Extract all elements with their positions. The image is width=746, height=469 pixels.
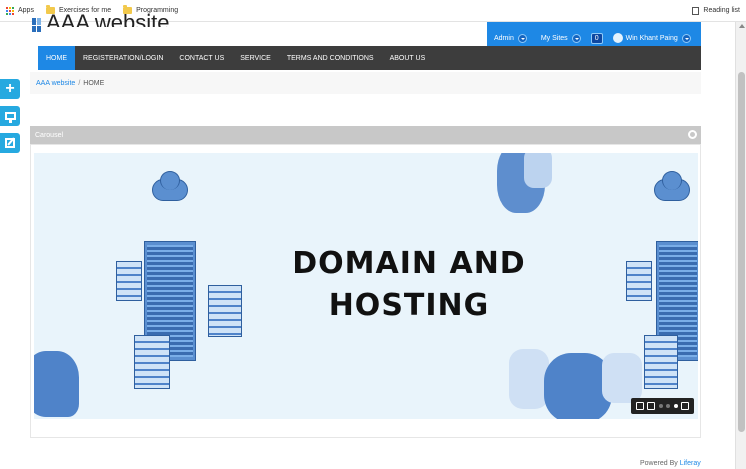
slide-indicator-active[interactable]: [673, 404, 678, 408]
plus-icon: +: [5, 80, 15, 97]
decorative-shape: [34, 351, 79, 417]
pause-button[interactable]: [635, 402, 644, 410]
page-scrollbar[interactable]: [735, 22, 746, 469]
cloud-icon: [654, 171, 690, 201]
side-dock: +: [0, 79, 20, 160]
apps-grid-icon: [6, 6, 14, 15]
nav-item-home[interactable]: HOME: [38, 46, 75, 70]
breadcrumb-current: HOME: [83, 79, 105, 87]
reading-list-button[interactable]: Reading list: [692, 6, 740, 15]
slide-indicator[interactable]: [666, 404, 671, 408]
reading-list-label: Reading list: [703, 7, 740, 14]
decorative-shape: [509, 349, 549, 409]
decorative-shape: [524, 153, 552, 188]
chevron-down-icon: [681, 33, 691, 43]
chevron-down-icon: [517, 33, 527, 43]
liferay-link[interactable]: Liferay: [680, 460, 701, 467]
server-stack: [116, 261, 142, 301]
my-sites-menu[interactable]: My Sites: [540, 33, 581, 43]
apps-label: Apps: [18, 7, 34, 14]
monitor-icon: [4, 112, 16, 123]
carousel-controls: [631, 398, 694, 414]
user-menu[interactable]: Win Khant Paing: [625, 33, 691, 43]
server-stack: [134, 335, 170, 389]
portlet-title: Carousel: [35, 131, 64, 139]
nav-item-service[interactable]: SERVICE: [232, 46, 279, 70]
admin-label: Admin: [494, 34, 514, 42]
cloud-icon: [152, 171, 188, 201]
decorative-shape: [602, 353, 642, 403]
carousel-portlet-header: Carousel: [30, 126, 701, 144]
nav-item-registration[interactable]: REGISTERATION/LOGIN: [75, 46, 171, 70]
slide-title-line: HOSTING: [328, 288, 490, 323]
gear-icon[interactable]: [688, 130, 697, 139]
server-stack: [626, 261, 652, 301]
preview-button[interactable]: [0, 106, 20, 126]
nav-item-terms[interactable]: TERMS AND CONDITIONS: [279, 46, 382, 70]
apps-shortcut[interactable]: Apps: [6, 6, 34, 15]
chevron-down-icon: [571, 33, 581, 43]
breadcrumb-root-link[interactable]: AAA website: [36, 80, 75, 87]
add-button[interactable]: +: [0, 79, 20, 99]
slide-title-line: DOMAIN AND: [292, 246, 526, 281]
reading-list-icon: [692, 6, 700, 15]
slide-indicator[interactable]: [658, 404, 663, 408]
edit-icon: [5, 138, 15, 148]
breadcrumb-separator: /: [78, 79, 81, 87]
footer-powered-by: Powered By Liferay: [640, 460, 701, 467]
admin-menu[interactable]: Admin: [494, 33, 527, 43]
my-sites-label: My Sites: [540, 34, 568, 42]
user-name: Win Khant Paing: [625, 34, 678, 42]
avatar[interactable]: [612, 33, 623, 43]
next-button[interactable]: [681, 402, 690, 410]
nav-item-about[interactable]: ABOUT US: [382, 46, 434, 70]
site-logo[interactable]: [32, 18, 42, 32]
main-navigation: HOME REGISTERATION/LOGIN CONTACT US SERV…: [38, 46, 701, 70]
site-title[interactable]: AAA website: [46, 10, 170, 27]
scroll-up-arrow-icon[interactable]: [739, 24, 745, 28]
server-stack: [208, 285, 242, 337]
powered-by-text: Powered By: [640, 460, 678, 467]
breadcrumb: AAA website / HOME: [30, 72, 701, 94]
carousel-slide[interactable]: DOMAIN AND HOSTING: [34, 153, 698, 419]
server-stack: [644, 335, 678, 389]
slide-title: DOMAIN AND HOSTING: [264, 243, 554, 327]
edit-button[interactable]: [0, 133, 20, 153]
notification-count[interactable]: 0: [590, 32, 603, 44]
nav-item-contact[interactable]: CONTACT US: [171, 46, 232, 70]
previous-button[interactable]: [647, 402, 656, 410]
scrollbar-thumb[interactable]: [738, 72, 745, 432]
